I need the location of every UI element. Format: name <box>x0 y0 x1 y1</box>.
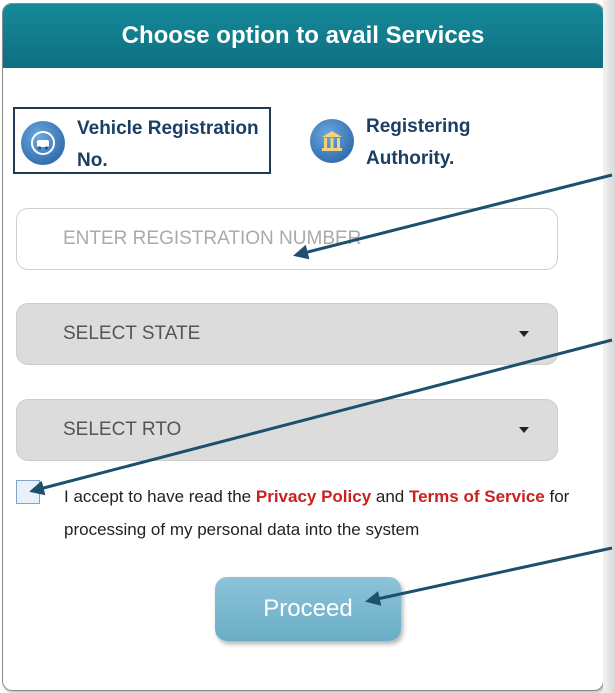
consent-and: and <box>371 487 409 506</box>
panel-header: Choose option to avail Services <box>3 4 603 68</box>
proceed-button[interactable]: Proceed <box>215 577 401 641</box>
option-vehicle-registration[interactable]: Vehicle Registration No. <box>13 107 271 174</box>
consent-checkbox[interactable] <box>16 480 40 504</box>
option-vehicle-registration-label: Vehicle Registration No. <box>77 118 259 171</box>
option-registering-authority-label: Registering Authority. <box>366 116 471 169</box>
terms-of-service-link[interactable]: Terms of Service <box>409 487 545 506</box>
rto-select[interactable]: SELECT RTO <box>16 399 558 461</box>
authority-icon <box>310 119 354 163</box>
chevron-down-icon <box>519 331 529 337</box>
state-select-value: SELECT STATE <box>63 323 201 344</box>
proceed-label: Proceed <box>263 595 353 622</box>
consent-text: I accept to have read the Privacy Policy… <box>64 480 594 546</box>
page-edge <box>603 0 615 693</box>
panel-title: Choose option to avail Services <box>121 22 485 49</box>
consent-prefix: I accept to have read the <box>64 487 256 506</box>
option-registering-authority[interactable]: Registering Authority. <box>306 107 526 174</box>
chevron-down-icon <box>519 427 529 433</box>
car-icon <box>21 121 65 165</box>
rto-select-value: SELECT RTO <box>63 419 182 440</box>
privacy-policy-link[interactable]: Privacy Policy <box>256 487 371 506</box>
state-select[interactable]: SELECT STATE <box>16 303 558 365</box>
registration-number-placeholder: ENTER REGISTRATION NUMBER <box>63 228 362 249</box>
registration-number-input[interactable]: ENTER REGISTRATION NUMBER <box>16 208 558 270</box>
